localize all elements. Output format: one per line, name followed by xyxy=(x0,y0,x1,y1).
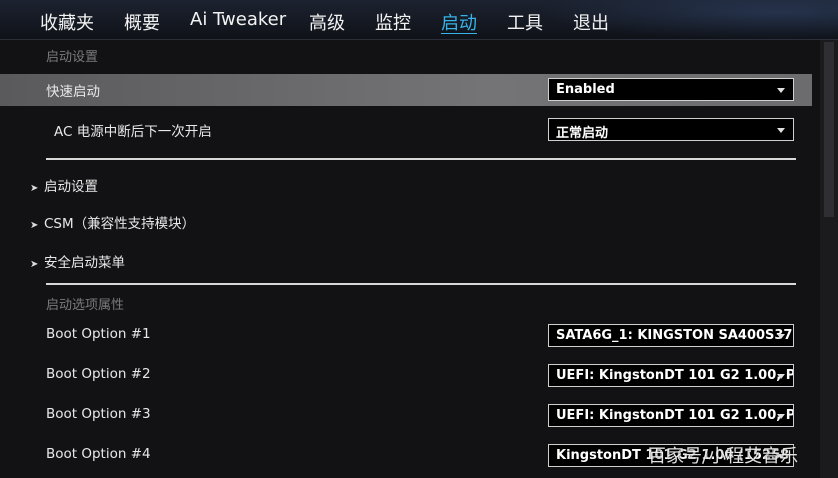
chevron-down-icon xyxy=(777,374,785,379)
section-divider xyxy=(46,158,796,160)
boot-option-3-dropdown[interactable]: UEFI: KingstonDT 101 G2 1.00, P xyxy=(548,404,794,427)
submenu-label: 安全启动菜单 xyxy=(44,255,125,271)
chevron-down-icon xyxy=(777,88,785,93)
tab-ai-tweaker[interactable]: Ai Tweaker xyxy=(190,9,286,30)
section-title-boot-option-priorities: 启动选项属性 xyxy=(46,298,125,313)
chevron-right-icon: ➤ xyxy=(30,220,39,231)
boot-option-3-value: UEFI: KingstonDT 101 G2 1.00, P xyxy=(556,408,794,423)
tab-tool[interactable]: 工具 xyxy=(507,9,543,35)
fast-boot-dropdown[interactable]: Enabled xyxy=(548,78,794,101)
tab-advanced[interactable]: 高级 xyxy=(309,9,345,35)
top-menu-bar: 收藏夹 概要 Ai Tweaker 高级 监控 启动 工具 退出 xyxy=(0,0,838,40)
chevron-right-icon: ➤ xyxy=(30,183,39,194)
boot-option-4-label: Boot Option #4 xyxy=(46,446,151,462)
section-divider xyxy=(46,283,796,285)
chevron-down-icon xyxy=(777,334,785,339)
tab-favorites[interactable]: 收藏夹 xyxy=(40,9,94,35)
submenu-csm[interactable]: ➤ CSM（兼容性支持模块） xyxy=(30,212,195,232)
boot-option-2-label: Boot Option #2 xyxy=(46,366,151,382)
submenu-label: 启动设置 xyxy=(44,179,98,195)
chevron-down-icon xyxy=(777,128,785,133)
tab-exit[interactable]: 退出 xyxy=(573,9,609,35)
tab-main[interactable]: 概要 xyxy=(124,9,160,35)
ac-power-loss-dropdown[interactable]: 正常启动 xyxy=(548,118,794,141)
chevron-down-icon xyxy=(777,414,785,419)
tab-boot[interactable]: 启动 xyxy=(441,9,477,35)
fast-boot-value: Enabled xyxy=(556,82,615,97)
fast-boot-label: 快速启动 xyxy=(46,84,100,100)
boot-option-3-label: Boot Option #3 xyxy=(46,406,151,422)
submenu-label: CSM（兼容性支持模块） xyxy=(44,216,196,232)
scrollbar[interactable] xyxy=(820,40,838,478)
watermark-text: 百家号/小程艾音乐 xyxy=(648,446,799,467)
boot-option-2-value: UEFI: KingstonDT 101 G2 1.00, P xyxy=(556,368,794,383)
tab-monitor[interactable]: 监控 xyxy=(375,9,411,35)
boot-option-1-label: Boot Option #1 xyxy=(46,326,151,342)
boot-option-2-dropdown[interactable]: UEFI: KingstonDT 101 G2 1.00, P xyxy=(548,364,794,387)
chevron-right-icon: ➤ xyxy=(30,259,39,270)
boot-option-1-dropdown[interactable]: SATA6G_1: KINGSTON SA400S37 xyxy=(548,324,794,347)
boot-option-1-value: SATA6G_1: KINGSTON SA400S37 xyxy=(556,328,793,343)
section-title-boot-config: 启动设置 xyxy=(46,50,99,65)
ac-power-loss-value: 正常启动 xyxy=(556,126,609,141)
submenu-boot-configuration[interactable]: ➤ 启动设置 xyxy=(30,175,98,195)
submenu-secure-boot[interactable]: ➤ 安全启动菜单 xyxy=(30,251,125,271)
scrollbar-thumb[interactable] xyxy=(824,42,834,217)
ac-power-loss-label: AC 电源中断后下一次开启 xyxy=(54,124,212,140)
